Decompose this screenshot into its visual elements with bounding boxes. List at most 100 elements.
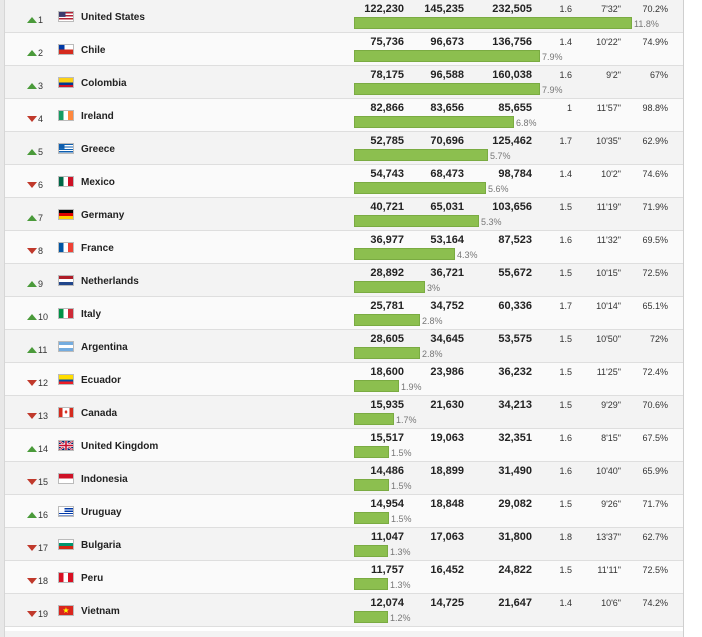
- share-bar: [354, 17, 632, 29]
- country-name-link[interactable]: Germany: [81, 210, 124, 221]
- country-name-link[interactable]: Mexico: [81, 177, 115, 188]
- flag-italy-icon: [58, 308, 74, 319]
- country-name-link[interactable]: Netherlands: [81, 276, 139, 287]
- share-bar: [354, 149, 488, 161]
- table-row[interactable]: 2 Chile 75,736 96,673 136,756 1.4 10'22" 74.9% 7…: [5, 33, 683, 66]
- pages-per-session-cell: 1.6: [559, 466, 572, 476]
- flag-germany-icon: [58, 209, 74, 220]
- share-bar: [354, 83, 540, 95]
- country-name-link[interactable]: Indonesia: [81, 474, 128, 485]
- avg-duration-cell: 8'15": [601, 433, 621, 443]
- share-percent-label: 7.9%: [542, 52, 563, 62]
- country-name-link[interactable]: Greece: [81, 144, 115, 155]
- metric-a-cell: 82,866: [370, 102, 404, 114]
- country-name-link[interactable]: Colombia: [81, 78, 127, 89]
- metric-c-cell: 36,232: [498, 366, 532, 378]
- trend-down-icon: [27, 610, 37, 617]
- table-row[interactable]: 18 Peru 11,757 16,452 24,822 1.5 11'11" 72.5% 1.…: [5, 561, 683, 594]
- share-bar: [354, 314, 420, 326]
- share-percent-label: 4.3%: [457, 250, 478, 260]
- table-row[interactable]: 7 Germany 40,721 65,031 103,656 1.5 11'19" 71.9…: [5, 198, 683, 231]
- table-row[interactable]: 19 ★ Vietnam 12,074 14,725 21,647 1.4 10'6" 74.2…: [5, 594, 683, 627]
- country-name-link[interactable]: Chile: [81, 45, 105, 56]
- avg-duration-cell: 11'57": [596, 103, 621, 113]
- avg-duration-cell: 10'2": [601, 169, 621, 179]
- metric-a-cell: 14,486: [370, 465, 404, 477]
- country-name-link[interactable]: Bulgaria: [81, 540, 121, 551]
- table-row[interactable]: 14 United Kingdom 15,517 19,063 32,351 1.6 8'1…: [5, 429, 683, 462]
- metric-c-cell: 32,351: [498, 432, 532, 444]
- country-name-link[interactable]: Uruguay: [81, 507, 122, 518]
- rank-number: 3: [38, 81, 44, 91]
- table-row[interactable]: 11 Argentina 28,605 34,645 53,575 1.5 10'50" 72…: [5, 330, 683, 363]
- metric-a-cell: 28,892: [370, 267, 404, 279]
- flag-us-icon: [58, 11, 74, 22]
- rank-cell: 18: [27, 575, 55, 587]
- metric-a-cell: 36,977: [370, 234, 404, 246]
- table-row[interactable]: 5 Greece 52,785 70,696 125,462 1.7 10'35" 62.9%…: [5, 132, 683, 165]
- trend-down-icon: [27, 544, 37, 551]
- metric-a-cell: 12,074: [370, 597, 404, 609]
- country-name-link[interactable]: Canada: [81, 408, 117, 419]
- pages-per-session-cell: 1.4: [559, 598, 572, 608]
- country-name-link[interactable]: Ireland: [81, 111, 114, 122]
- country-name-link[interactable]: Ecuador: [81, 375, 121, 386]
- share-bar: [354, 578, 388, 590]
- flag-greece-icon: [58, 143, 74, 154]
- pages-per-session-cell: 1: [566, 103, 572, 113]
- country-name-link[interactable]: Peru: [81, 573, 103, 584]
- trend-up-icon: [27, 49, 37, 56]
- flag-ireland-icon: [58, 110, 74, 121]
- trend-up-icon: [27, 280, 37, 287]
- pages-per-session-cell: 1.5: [559, 268, 572, 278]
- table-row[interactable]: 3 Colombia 78,175 96,588 160,038 1.6 9'2" 67% 7.…: [5, 66, 683, 99]
- rank-cell: 4: [27, 113, 55, 125]
- table-row[interactable]: 10 Italy 25,781 34,752 60,336 1.7 10'14" 65.1% 2…: [5, 297, 683, 330]
- metric-c-cell: 98,784: [498, 168, 532, 180]
- rate-cell: 72.4%: [642, 367, 668, 377]
- pages-per-session-cell: 1.4: [559, 37, 572, 47]
- rank-number: 13: [38, 411, 49, 421]
- pages-per-session-cell: 1.8: [559, 532, 572, 542]
- country-name-link[interactable]: Argentina: [81, 342, 128, 353]
- metric-b-cell: 145,235: [424, 3, 464, 15]
- rate-cell: 71.9%: [642, 202, 668, 212]
- metric-c-cell: 21,647: [498, 597, 532, 609]
- avg-duration-cell: 10'14": [596, 301, 621, 311]
- avg-duration-cell: 11'32": [596, 235, 621, 245]
- table-row[interactable]: 13 ♦ Canada 15,935 21,630 34,213 1.5 9'29" 70.6%…: [5, 396, 683, 429]
- metric-c-cell: 232,505: [492, 3, 532, 15]
- table-row[interactable]: 12 Ecuador 18,600 23,986 36,232 1.5 11'25" 72.4…: [5, 363, 683, 396]
- table-row[interactable]: 4 Ireland 82,866 83,656 85,655 1 11'57" 98.8% 6.…: [5, 99, 683, 132]
- metric-b-cell: 17,063: [430, 531, 464, 543]
- avg-duration-cell: 10'22": [596, 37, 621, 47]
- table-row[interactable]: 1 United States 122,230 145,235 232,505 1.6 7'…: [5, 0, 683, 33]
- country-name-link[interactable]: United States: [81, 12, 145, 23]
- table-row[interactable]: 17 Bulgaria 11,047 17,063 31,800 1.8 13'37" 62.…: [5, 528, 683, 561]
- metric-b-cell: 16,452: [430, 564, 464, 576]
- table-row[interactable]: 6 Mexico 54,743 68,473 98,784 1.4 10'2" 74.6% 5.…: [5, 165, 683, 198]
- metric-c-cell: 160,038: [492, 69, 532, 81]
- share-percent-label: 7.9%: [542, 85, 563, 95]
- trend-up-icon: [27, 511, 37, 518]
- flag-netherlands-icon: [58, 275, 74, 286]
- table-row[interactable]: 8 France 36,977 53,164 87,523 1.6 11'32" 69.5% 4…: [5, 231, 683, 264]
- rate-cell: 72.5%: [642, 565, 668, 575]
- rate-cell: 72%: [649, 334, 668, 344]
- country-name-link[interactable]: United Kingdom: [81, 441, 158, 452]
- metric-a-cell: 11,047: [370, 531, 404, 543]
- table-row[interactable]: 9 Netherlands 28,892 36,721 55,672 1.5 10'15" 7…: [5, 264, 683, 297]
- metric-a-cell: 14,954: [370, 498, 404, 510]
- country-name-link[interactable]: Vietnam: [81, 606, 120, 617]
- rank-cell: 3: [27, 80, 55, 92]
- flag-mexico-icon: [58, 176, 74, 187]
- country-name-link[interactable]: Italy: [81, 309, 101, 320]
- table-row[interactable]: 15 Indonesia 14,486 18,899 31,490 1.6 10'40" 65…: [5, 462, 683, 495]
- trend-up-icon: [27, 82, 37, 89]
- rate-cell: 74.2%: [642, 598, 668, 608]
- table-row[interactable]: 16 Uruguay 14,954 18,848 29,082 1.5 9'26" 71.7%…: [5, 495, 683, 528]
- metric-c-cell: 55,672: [498, 267, 532, 279]
- rank-cell: 11: [27, 344, 55, 356]
- country-name-link[interactable]: France: [81, 243, 114, 254]
- flag-argentina-icon: [58, 341, 74, 352]
